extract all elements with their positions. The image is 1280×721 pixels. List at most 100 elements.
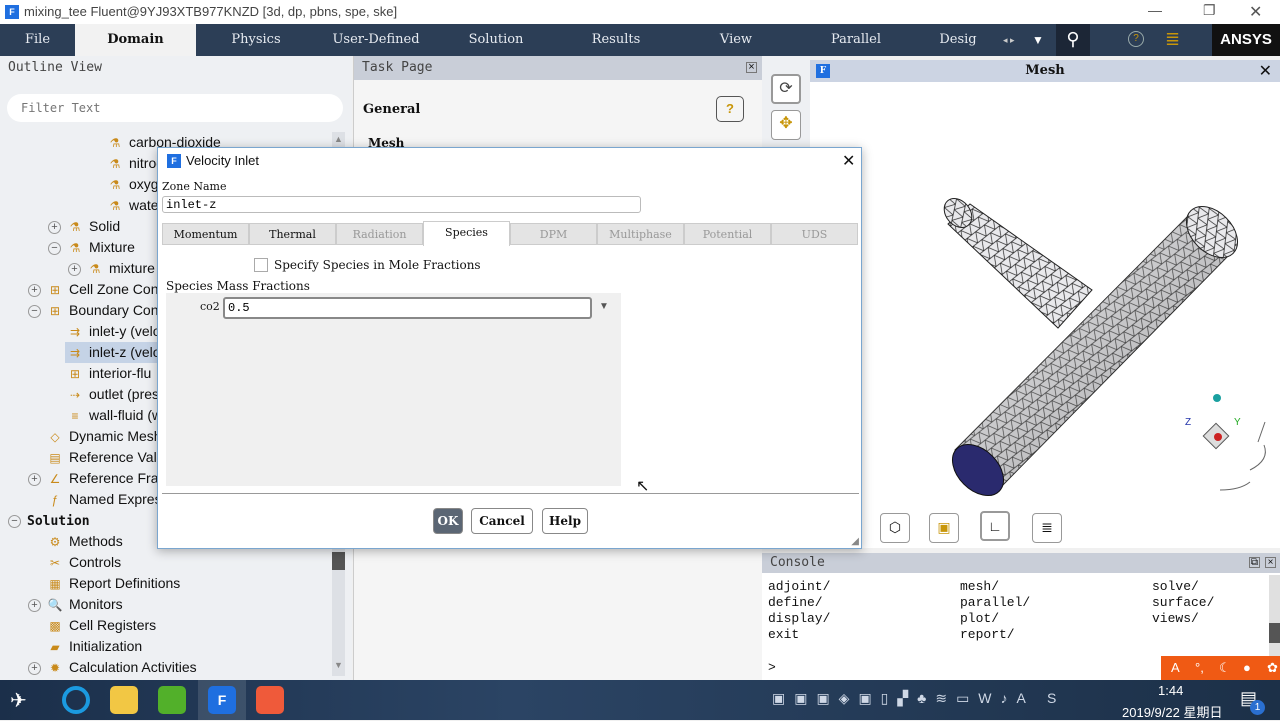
tab-uds[interactable]: UDS: [771, 223, 858, 245]
expand-icon[interactable]: +: [48, 220, 61, 234]
tree-item-label: Mixture: [89, 239, 135, 255]
tree-item[interactable]: + 🔍 Monitors: [28, 594, 123, 615]
tree-item[interactable]: ⊞ interior-flu: [67, 363, 151, 384]
ime-button[interactable]: ✿: [1267, 656, 1278, 680]
help-button[interactable]: Help: [542, 508, 588, 534]
tab-potential[interactable]: Potential: [684, 223, 771, 245]
tab-dpm[interactable]: DPM: [510, 223, 597, 245]
tree-item[interactable]: ⇉ inlet-y (velo: [67, 321, 161, 342]
float-console-icon[interactable]: ⧉: [1249, 557, 1260, 568]
menu-domain[interactable]: Domain: [75, 24, 196, 56]
layout-icon[interactable]: ≣: [1165, 29, 1180, 50]
tree-item[interactable]: ◇ Dynamic Mesh: [47, 426, 161, 447]
zone-name-input[interactable]: [162, 196, 641, 213]
tree-item-label: Monitors: [69, 596, 123, 612]
file-explorer-icon[interactable]: [110, 686, 138, 714]
tree-item[interactable]: − ⚗ Mixture: [48, 237, 135, 258]
tree-item[interactable]: ≡ wall-fluid (w: [67, 405, 162, 426]
menu-physics[interactable]: Physics: [196, 24, 316, 56]
menu-file[interactable]: File: [0, 24, 75, 56]
expand-icon[interactable]: +: [28, 598, 41, 612]
close-window-button[interactable]: ✕: [1249, 2, 1262, 22]
clock-time[interactable]: 1:44: [1158, 683, 1183, 698]
mole-fractions-label[interactable]: Specify Species in Mole Fractions: [274, 258, 481, 272]
chevron-down-icon[interactable]: ▼: [599, 301, 609, 312]
scroll-tabs-arrows[interactable]: ◂ ▸: [1003, 24, 1015, 56]
resize-grip[interactable]: ◢: [851, 536, 859, 547]
tab-momentum[interactable]: Momentum: [162, 223, 249, 245]
mole-fractions-checkbox[interactable]: [254, 258, 268, 272]
expand-icon[interactable]: +: [28, 472, 41, 486]
menu-view[interactable]: View: [676, 24, 796, 56]
help-icon[interactable]: ?: [716, 96, 744, 122]
tree-item[interactable]: + ⚗ mixture: [68, 258, 155, 279]
material-icon: ⚗: [69, 241, 81, 256]
tree-item[interactable]: ⇢ outlet (pres: [67, 384, 159, 405]
menu-solution[interactable]: Solution: [436, 24, 556, 56]
expand-icon[interactable]: +: [28, 283, 41, 297]
tree-item[interactable]: + ✹ Calculation Activities: [28, 657, 197, 678]
mesh-graphics-window[interactable]: F Mesh ✕ ZY ⬡ ▣ ∟ ≣: [810, 60, 1280, 548]
clock-date[interactable]: 2019/9/22 星期日: [1122, 702, 1222, 721]
tree-item[interactable]: − Solution: [8, 510, 90, 531]
system-tray-icons[interactable]: ▣▣▣◈▣▯▞♣≋▭W♪A S: [772, 690, 1065, 707]
tree-item[interactable]: ƒ Named Expres: [47, 489, 162, 510]
tree-item[interactable]: ✂ Controls: [47, 552, 121, 573]
help-icon[interactable]: ?: [1128, 31, 1144, 47]
tab-multiphase[interactable]: Multiphase: [597, 223, 684, 245]
collapse-icon[interactable]: −: [28, 304, 41, 318]
cancel-button[interactable]: Cancel: [471, 508, 533, 534]
annotate-icon[interactable]: ≣: [1032, 513, 1062, 543]
function-icon: ƒ: [51, 493, 59, 508]
close-mesh-icon[interactable]: ✕: [1259, 60, 1272, 82]
tree-item[interactable]: ▰ Initialization: [47, 636, 142, 657]
tab-species[interactable]: Species: [423, 221, 510, 246]
tab-thermal[interactable]: Thermal: [249, 223, 336, 245]
ok-button[interactable]: OK: [433, 508, 463, 534]
tab-radiation[interactable]: Radiation: [336, 223, 423, 245]
ime-button[interactable]: ●: [1243, 656, 1251, 680]
console-prompt[interactable]: >: [768, 660, 776, 675]
ime-button[interactable]: A: [1171, 656, 1180, 680]
tree-item[interactable]: ▤ Reference Valu: [47, 447, 164, 468]
recorder-icon[interactable]: [256, 686, 284, 714]
fluent-taskbar-icon[interactable]: F: [208, 686, 236, 714]
window-title: mixing_tee Fluent@9YJ93XTB977KNZD [3d, d…: [24, 4, 398, 19]
start-wing-icon[interactable]: ✈: [10, 688, 27, 713]
tree-item[interactable]: ▦ Report Definitions: [47, 573, 180, 594]
tree-item[interactable]: − ⊞ Boundary Con: [28, 300, 159, 321]
expand-icon[interactable]: +: [68, 262, 81, 276]
close-console-icon[interactable]: ×: [1265, 557, 1276, 568]
search-icon[interactable]: ⚲: [1056, 24, 1090, 56]
pan-icon[interactable]: ✥: [771, 110, 801, 140]
collapse-icon[interactable]: −: [8, 514, 21, 528]
chevron-down-icon[interactable]: ▼: [1032, 24, 1044, 56]
fit-view-icon[interactable]: ▣: [929, 513, 959, 543]
tree-item[interactable]: + ⚗ Solid: [48, 216, 120, 237]
menu-user-defined[interactable]: User-Defined: [316, 24, 436, 56]
ime-toolbar[interactable]: A °, ☾ ● ✿: [1161, 656, 1280, 680]
isometric-view-icon[interactable]: ⬡: [880, 513, 910, 543]
expand-icon[interactable]: +: [28, 661, 41, 675]
tree-item-label: Solid: [89, 218, 121, 234]
tree-item[interactable]: ⚙ Methods: [47, 531, 123, 552]
collapse-icon[interactable]: −: [48, 241, 61, 255]
filter-text-input[interactable]: [7, 94, 343, 122]
browser-icon[interactable]: [62, 686, 90, 714]
menu-parallel[interactable]: Parallel: [796, 24, 916, 56]
camtasia-icon[interactable]: [158, 686, 186, 714]
minimize-button[interactable]: —: [1148, 2, 1162, 18]
close-dialog-icon[interactable]: ✕: [842, 151, 855, 171]
co2-mass-fraction-input[interactable]: [223, 297, 592, 319]
ime-button[interactable]: ☾: [1219, 656, 1231, 680]
menu-desig[interactable]: Desig: [916, 24, 1000, 56]
restore-button[interactable]: ❐: [1203, 2, 1216, 19]
rotate-icon[interactable]: ⟳: [771, 74, 801, 104]
tree-item[interactable]: ▩ Cell Registers: [47, 615, 156, 636]
tree-item[interactable]: + ∠ Reference Fran: [28, 468, 166, 489]
ime-button[interactable]: °,: [1195, 656, 1204, 680]
axes-view-icon[interactable]: ∟: [980, 511, 1010, 541]
menu-results[interactable]: Results: [556, 24, 676, 56]
tree-item[interactable]: + ⊞ Cell Zone Con: [28, 279, 159, 300]
close-task-page-icon[interactable]: ×: [746, 62, 757, 73]
